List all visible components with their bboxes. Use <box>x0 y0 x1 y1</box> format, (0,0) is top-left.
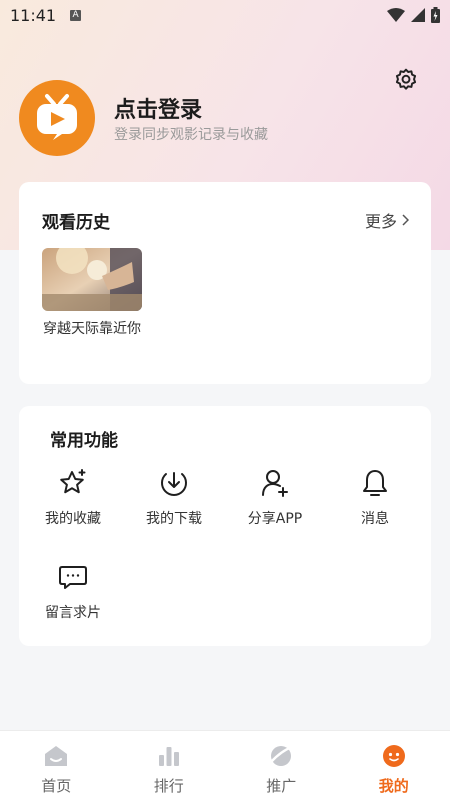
bell-icon <box>358 466 392 500</box>
common-functions-card: 常用功能 我的收藏 我的下载 分享APP <box>19 406 431 646</box>
tab-mine[interactable]: 我的 <box>338 731 450 801</box>
message-icon <box>56 560 90 594</box>
avatar[interactable] <box>19 80 95 156</box>
messages-button[interactable]: 消息 <box>325 466 425 532</box>
common-functions-title: 常用功能 <box>50 426 118 451</box>
downloads-label: 我的下载 <box>146 508 202 528</box>
watch-history-title: 观看历史 <box>42 208 110 233</box>
more-button[interactable]: 更多 <box>365 208 409 232</box>
home-icon <box>43 743 69 769</box>
chevron-right-icon <box>401 214 409 226</box>
tab-ranking-label: 排行 <box>154 775 184 796</box>
history-item-title[interactable]: 穿越天际靠近你 <box>42 318 142 340</box>
status-time: 11:41 <box>10 6 56 25</box>
favorites-button[interactable]: 我的收藏 <box>23 466 123 532</box>
request-movie-button[interactable]: 留言求片 <box>23 560 123 626</box>
history-thumbnail[interactable] <box>42 248 142 311</box>
tv-play-logo-icon <box>29 90 85 146</box>
signal-icon <box>411 8 425 22</box>
share-app-button[interactable]: 分享APP <box>225 466 325 532</box>
messages-label: 消息 <box>361 508 389 528</box>
tab-ranking[interactable]: 排行 <box>113 731 226 801</box>
gear-icon <box>393 67 419 93</box>
star-icon <box>56 466 90 500</box>
tab-home[interactable]: 首页 <box>0 731 113 801</box>
download-icon <box>157 466 191 500</box>
share-app-label: 分享APP <box>248 508 302 528</box>
ranking-icon <box>156 743 182 769</box>
login-subtitle: 登录同步观影记录与收藏 <box>114 124 268 144</box>
tab-mine-label: 我的 <box>379 775 409 796</box>
promote-icon <box>268 743 294 769</box>
movie-poster-image <box>42 248 142 311</box>
bottom-tab-bar: 首页 排行 推广 我的 <box>0 730 450 801</box>
watch-history-card: 观看历史 更多 穿越天际靠近你 <box>19 182 431 384</box>
login-title[interactable]: 点击登录 <box>114 92 202 124</box>
add-user-icon <box>258 466 292 500</box>
notification-badge: A <box>70 10 81 21</box>
status-bar: 11:41 A <box>0 0 450 30</box>
settings-button[interactable] <box>392 66 420 94</box>
battery-icon <box>431 7 440 23</box>
more-label: 更多 <box>365 208 397 232</box>
tab-home-label: 首页 <box>41 775 71 796</box>
tab-promote-label: 推广 <box>266 775 296 796</box>
request-movie-label: 留言求片 <box>45 602 101 622</box>
downloads-button[interactable]: 我的下载 <box>124 466 224 532</box>
favorites-label: 我的收藏 <box>45 508 101 528</box>
profile-icon <box>381 743 407 769</box>
tab-promote[interactable]: 推广 <box>225 731 338 801</box>
wifi-icon <box>387 8 405 22</box>
